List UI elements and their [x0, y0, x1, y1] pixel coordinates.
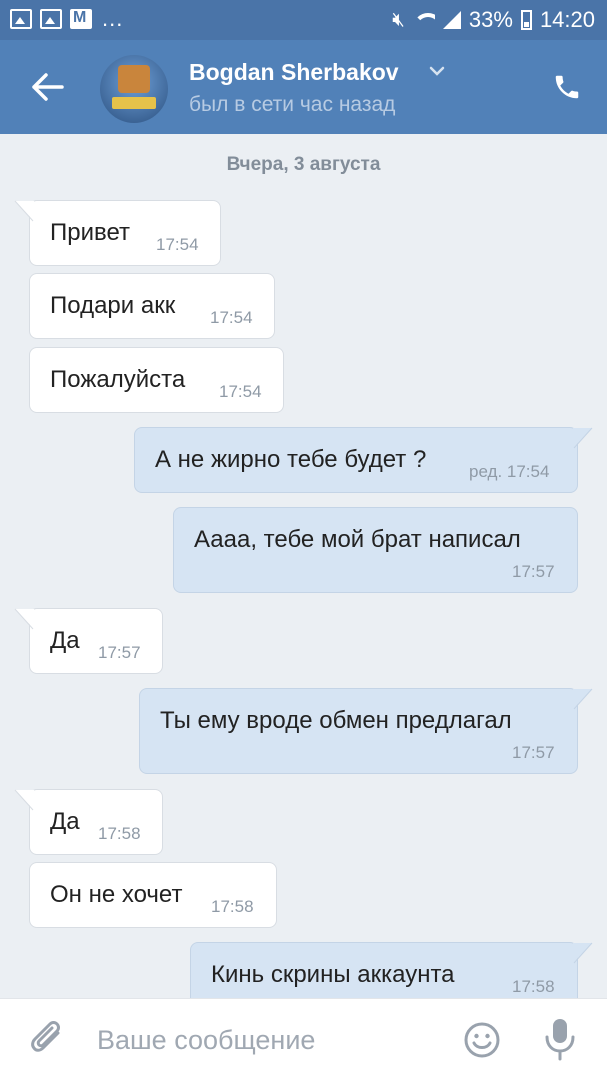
message-text: А не жирно тебе будет ?	[155, 446, 427, 473]
incoming-message[interactable]: Да 17:58	[14, 789, 163, 855]
phone-icon[interactable]	[552, 72, 582, 102]
bubble-tail	[14, 789, 34, 811]
presence-status: был в сети час назад	[189, 93, 396, 116]
message-time: 17:57	[98, 643, 141, 662]
message-time: 17:54	[219, 382, 262, 401]
mute-icon: 🔇︎	[392, 8, 405, 31]
message-text: Да	[50, 627, 80, 654]
bubble-tail	[573, 427, 593, 449]
outgoing-message[interactable]: Кинь скрины аккаунта 17:58	[190, 942, 593, 998]
message-text: Кинь скрины аккаунта	[211, 961, 455, 988]
message-list[interactable]: Вчера, 3 августа Привет 17:54 Подари акк…	[0, 134, 607, 998]
smile-icon[interactable]	[463, 1021, 501, 1059]
message-text: Он не хочет	[50, 881, 183, 908]
message-text: Привет	[50, 219, 131, 246]
avatar[interactable]	[100, 55, 168, 123]
message-text: Да	[50, 808, 80, 835]
outgoing-message[interactable]: Ты ему вроде обмен предлагал 17:57	[139, 688, 593, 774]
outgoing-message[interactable]: Аааа, тебе мой брат написал 17:57	[173, 507, 578, 593]
incoming-message[interactable]: Он не хочет 17:58	[29, 862, 277, 928]
gallery-icon	[10, 9, 32, 29]
chevron-down-icon[interactable]	[428, 62, 446, 80]
gallery-icon	[40, 9, 62, 29]
chat-header: Bogdan Sherbakov был в сети час назад	[0, 40, 607, 134]
incoming-message[interactable]: Пожалуйста 17:54	[29, 347, 284, 413]
incoming-message[interactable]: Подари акк 17:54	[29, 273, 275, 339]
message-text: Ты ему вроде обмен предлагал	[160, 707, 512, 734]
message-time: 17:54	[156, 235, 199, 254]
date-separator: Вчера, 3 августа	[226, 154, 381, 175]
message-text: Подари акк	[50, 292, 176, 319]
message-input[interactable]: Ваше сообщение	[97, 1025, 315, 1056]
bubble-tail	[573, 688, 593, 710]
message-time: 17:58	[512, 977, 555, 996]
battery-icon	[520, 10, 532, 30]
message-time: ред. 17:54	[469, 462, 550, 481]
bubble-tail	[14, 200, 34, 222]
message-time: 17:54	[210, 308, 253, 327]
outgoing-message[interactable]: А не жирно тебе будет ? ред. 17:54	[134, 427, 593, 493]
microphone-icon[interactable]	[542, 1017, 578, 1061]
signal-icon	[442, 11, 461, 29]
paperclip-icon[interactable]	[28, 1019, 68, 1061]
status-bar: ... 🔇︎ 33% 14:20	[0, 0, 607, 40]
incoming-message[interactable]: Привет 17:54	[14, 200, 221, 266]
clock: 14:20	[539, 7, 595, 32]
battery-percent: 33%	[468, 7, 513, 32]
message-text: Аааа, тебе мой брат написал	[194, 526, 521, 553]
wifi-icon	[412, 11, 435, 29]
message-time: 17:57	[512, 562, 555, 581]
more-notifications: ...	[102, 6, 124, 31]
message-time: 17:57	[512, 743, 555, 762]
message-text: Пожалуйста	[50, 366, 186, 393]
notification-icons: ...	[10, 8, 123, 30]
message-time: 17:58	[211, 897, 254, 916]
incoming-message[interactable]: Да 17:57	[14, 608, 163, 674]
bubble-tail	[573, 942, 593, 964]
bubble-tail	[14, 608, 34, 630]
contact-name[interactable]: Bogdan Sherbakov	[189, 59, 399, 86]
back-arrow-icon[interactable]	[30, 70, 66, 104]
message-time: 17:58	[98, 824, 141, 843]
system-icons: 🔇︎ 33% 14:20	[392, 7, 595, 33]
message-composer: Ваше сообщение	[0, 998, 607, 1080]
mail-icon	[70, 9, 92, 29]
